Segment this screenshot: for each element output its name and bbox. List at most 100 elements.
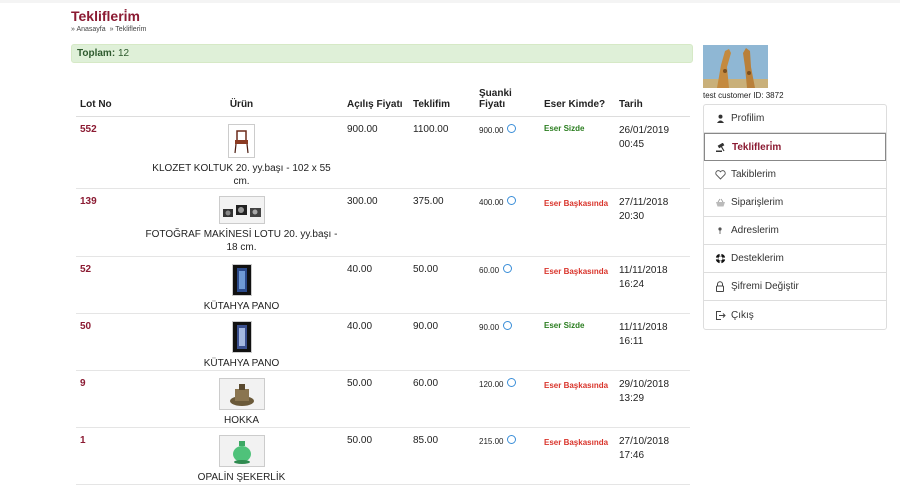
lot-number[interactable]: 1 xyxy=(76,427,140,485)
table-row: 52 KÜTAHYA PANO 40.00 50.00 60.00 Eser B… xyxy=(76,256,690,314)
my-bid: 90.00 xyxy=(409,313,475,371)
top-bar xyxy=(0,0,900,3)
current-price: 215.00 xyxy=(479,437,504,446)
my-bid: 1100.00 xyxy=(409,116,475,189)
menu-item-siparislerim[interactable]: Siparişlerim xyxy=(704,189,886,217)
col-urun: Ürün xyxy=(140,75,343,117)
lot-number[interactable]: 139 xyxy=(76,188,140,257)
product-name[interactable]: KÜTAHYA PANO xyxy=(144,357,339,370)
status-badge: Eser Sizde xyxy=(540,116,615,189)
my-bid: 85.00 xyxy=(409,427,475,485)
customer-id: 3872 xyxy=(765,91,784,100)
col-suanki-line1: Şuanki xyxy=(479,88,512,99)
table-header-row: Lot No Ürün Açılış Fiyatı Teklifim Şuank… xyxy=(76,75,690,117)
basket-icon xyxy=(714,197,726,209)
user-icon xyxy=(714,113,726,125)
menu-item-desteklerim[interactable]: Desteklerim xyxy=(704,245,886,273)
opening-price: 300.00 xyxy=(343,188,409,257)
product-thumbnail[interactable] xyxy=(231,264,252,296)
product-name[interactable]: KLOZET KOLTUK 20. yy.başı - 102 x 55 cm. xyxy=(144,162,339,188)
breadcrumb-home[interactable]: » Anasayfa xyxy=(71,26,106,33)
customer-info: test customer ID: 3872 xyxy=(703,91,784,100)
breadcrumb-current[interactable]: » Teklifleri̇m xyxy=(110,26,147,33)
table-row: 9 HOKKA 50.00 60.00 120.00 Eser Başkasın… xyxy=(76,370,690,428)
lock-icon xyxy=(714,281,726,293)
info-circle-icon[interactable] xyxy=(503,264,513,273)
date: 29/10/2018 xyxy=(619,379,670,390)
product-name[interactable]: KÜTAHYA PANO xyxy=(144,300,339,313)
date: 11/11/2018 xyxy=(619,265,668,276)
time: 17:46 xyxy=(619,450,645,461)
status-badge: Eser Başkasında xyxy=(540,370,615,428)
col-suanki-line2: Fiyatı xyxy=(479,99,506,110)
status-badge: Eser Başkasında xyxy=(540,427,615,485)
product-name[interactable]: HOKKA xyxy=(144,414,339,427)
avatar[interactable] xyxy=(703,45,768,88)
total-bar: Toplam: 12 xyxy=(71,44,693,63)
lot-number[interactable]: 552 xyxy=(76,116,140,189)
my-bid: 50.00 xyxy=(409,256,475,314)
current-price: 400.00 xyxy=(479,198,504,207)
date: 27/10/2018 xyxy=(619,436,670,447)
col-kimde: Eser Kimde? xyxy=(540,75,615,117)
customer-id-label: ID: xyxy=(753,91,764,100)
product-name[interactable]: OPALİN ŞEKERLİK xyxy=(144,471,339,484)
lot-number[interactable]: 52 xyxy=(76,256,140,314)
menu-item-adreslerim[interactable]: Adreslerim xyxy=(704,217,886,245)
current-price: 90.00 xyxy=(479,323,500,332)
menu-label: Adreslerim xyxy=(731,225,779,236)
lot-number[interactable]: 50 xyxy=(76,313,140,371)
col-tarih: Tarih xyxy=(615,75,690,117)
product-thumbnail[interactable] xyxy=(231,321,252,353)
customer-name: test customer xyxy=(703,91,752,100)
info-circle-icon[interactable] xyxy=(507,124,517,133)
menu-item-profilim[interactable]: Profilim xyxy=(704,105,886,133)
table-row: 1 OPALİN ŞEKERLİK 50.00 85.00 215.00 Ese… xyxy=(76,427,690,485)
status-badge: Eser Sizde xyxy=(540,313,615,371)
product-name[interactable]: FOTOĞRAF MAKİNESİ LOTU 20. yy.başı - 18 … xyxy=(144,228,339,254)
current-price: 60.00 xyxy=(479,266,500,275)
menu-item-takiblerim[interactable]: Takiblerim xyxy=(704,161,886,189)
time: 16:24 xyxy=(619,279,645,290)
current-price: 120.00 xyxy=(479,380,504,389)
product-thumbnail[interactable] xyxy=(218,196,265,224)
status-badge: Eser Başkasında xyxy=(540,256,615,314)
pin-icon xyxy=(714,225,726,237)
product-thumbnail[interactable] xyxy=(228,124,255,158)
menu-label: Çıkış xyxy=(731,309,754,321)
menu-label: Profilim xyxy=(731,113,765,124)
opening-price: 40.00 xyxy=(343,313,409,371)
info-circle-icon[interactable] xyxy=(507,378,517,387)
lot-number[interactable]: 9 xyxy=(76,370,140,428)
product-thumbnail[interactable] xyxy=(218,435,265,467)
date: 27/11/2018 xyxy=(619,197,669,208)
my-bid: 375.00 xyxy=(409,188,475,257)
menu-label: Şifremi Değiştir xyxy=(731,281,799,292)
menu-item-tekliflerim[interactable]: Teklifleri̇m xyxy=(704,133,886,161)
info-circle-icon[interactable] xyxy=(503,321,513,330)
menu-label: Teklifleri̇m xyxy=(732,141,782,153)
total-value: 12 xyxy=(117,48,130,59)
offers-table: Lot No Ürün Açılış Fiyatı Teklifim Şuank… xyxy=(76,75,690,485)
account-menu: Profilim Teklifleri̇m Takiblerim Sipariş… xyxy=(703,104,887,330)
status-badge: Eser Başkasında xyxy=(540,188,615,257)
opening-price: 50.00 xyxy=(343,370,409,428)
total-label: Toplam: xyxy=(77,48,116,59)
lifebuoy-icon xyxy=(714,253,726,265)
table-row: 552 KLOZET KOLTUK 20. yy.başı - 102 x 55… xyxy=(76,116,690,189)
product-thumbnail[interactable] xyxy=(218,378,265,410)
table-row: 139 FOTOĞRAF MAKİNESİ LOTU 20. yy.başı -… xyxy=(76,188,690,257)
logout-icon xyxy=(714,309,726,321)
col-acilis: Açılış Fiyatı xyxy=(343,75,409,117)
opening-price: 50.00 xyxy=(343,427,409,485)
menu-item-sifremi-degistir[interactable]: Şifremi Değiştir xyxy=(704,273,886,301)
menu-label: Desteklerim xyxy=(731,253,784,264)
date: 11/11/2018 xyxy=(619,322,668,333)
col-lot: Lot No xyxy=(76,75,140,117)
menu-item-cikis[interactable]: Çıkış xyxy=(704,301,886,329)
menu-label: Takiblerim xyxy=(731,169,777,180)
time: 16:11 xyxy=(619,336,644,347)
info-circle-icon[interactable] xyxy=(507,196,517,205)
page-title: Teklifleri̇m xyxy=(71,8,140,24)
menu-label: Siparişlerim xyxy=(731,197,784,208)
